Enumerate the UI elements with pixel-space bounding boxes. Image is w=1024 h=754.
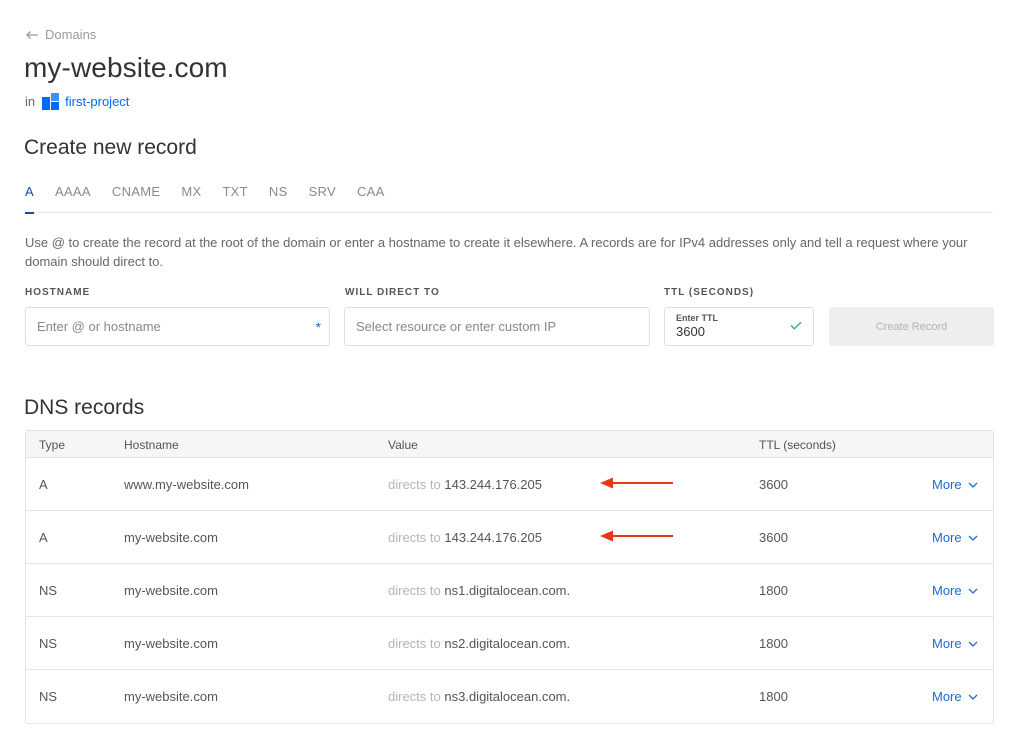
dns-records-table: Type Hostname Value TTL (seconds) A www.… bbox=[25, 430, 994, 724]
record-ttl: 1800 bbox=[759, 583, 788, 598]
more-label: More bbox=[932, 477, 962, 492]
record-type: NS bbox=[39, 689, 58, 704]
more-button[interactable]: More bbox=[932, 583, 978, 598]
record-value-text: ns1.digitalocean.com. bbox=[444, 583, 571, 598]
directs-to-label: directs to bbox=[388, 530, 441, 545]
more-label: More bbox=[932, 689, 962, 704]
record-type: A bbox=[39, 530, 48, 545]
annotation-arrow-icon bbox=[600, 477, 673, 489]
record-value: directs to ns3.digitalocean.com. bbox=[388, 689, 570, 704]
record-ttl: 3600 bbox=[759, 530, 788, 545]
record-hostname: my-website.com bbox=[124, 530, 218, 545]
tab-a[interactable]: A bbox=[25, 176, 34, 214]
record-type: A bbox=[39, 477, 48, 492]
tab-cname[interactable]: CNAME bbox=[112, 176, 160, 213]
table-row: NS my-website.com directs to ns3.digital… bbox=[26, 670, 993, 723]
more-button[interactable]: More bbox=[932, 477, 978, 492]
col-value: Value bbox=[388, 438, 418, 452]
help-text: Use @ to create the record at the root o… bbox=[25, 235, 968, 269]
record-value-text: 143.244.176.205 bbox=[444, 530, 542, 545]
table-row: NS my-website.com directs to ns2.digital… bbox=[26, 617, 993, 670]
chevron-down-icon bbox=[968, 535, 978, 541]
project-icon bbox=[42, 93, 60, 110]
tab-ns[interactable]: NS bbox=[269, 176, 288, 213]
record-ttl: 3600 bbox=[759, 477, 788, 492]
more-label: More bbox=[932, 636, 962, 651]
directs-to-label: directs to bbox=[388, 689, 441, 704]
more-button[interactable]: More bbox=[932, 636, 978, 651]
record-type: NS bbox=[39, 636, 58, 651]
table-row: A www.my-website.com directs to 143.244.… bbox=[26, 458, 993, 511]
ttl-label: TTL (SECONDS) bbox=[664, 287, 755, 298]
in-label: in bbox=[25, 94, 36, 109]
record-value-text: ns3.digitalocean.com. bbox=[444, 689, 571, 704]
record-hostname: www.my-website.com bbox=[124, 477, 249, 492]
col-hostname: Hostname bbox=[124, 438, 179, 452]
back-to-domains-link[interactable]: Domains bbox=[25, 27, 96, 42]
record-value-text: ns2.digitalocean.com. bbox=[444, 636, 571, 651]
page-title: my-website.com bbox=[24, 52, 228, 83]
directs-to-label: directs to bbox=[388, 583, 441, 598]
ttl-small-label: Enter TTL bbox=[676, 313, 718, 323]
required-mark: * bbox=[315, 319, 321, 335]
direct-to-label: WILL DIRECT TO bbox=[345, 287, 440, 298]
table-row: NS my-website.com directs to ns1.digital… bbox=[26, 564, 993, 617]
check-icon bbox=[790, 321, 802, 330]
col-ttl: TTL (seconds) bbox=[759, 438, 836, 452]
chevron-down-icon bbox=[968, 588, 978, 594]
more-button[interactable]: More bbox=[932, 689, 978, 704]
record-type: NS bbox=[39, 583, 58, 598]
record-value: directs to 143.244.176.205 bbox=[388, 530, 542, 545]
record-hostname: my-website.com bbox=[124, 689, 218, 704]
chevron-down-icon bbox=[968, 641, 978, 647]
more-label: More bbox=[932, 530, 962, 545]
table-row: A my-website.com directs to 143.244.176.… bbox=[26, 511, 993, 564]
table-header: Type Hostname Value TTL (seconds) bbox=[26, 431, 993, 458]
more-label: More bbox=[932, 583, 962, 598]
record-value: directs to ns2.digitalocean.com. bbox=[388, 636, 570, 651]
direct-to-input[interactable]: Select resource or enter custom IP bbox=[344, 307, 650, 346]
tab-mx[interactable]: MX bbox=[181, 176, 201, 213]
chevron-down-icon bbox=[968, 694, 978, 700]
tab-txt[interactable]: TXT bbox=[222, 176, 247, 213]
tab-aaaa[interactable]: AAAA bbox=[55, 176, 91, 213]
direct-to-placeholder: Select resource or enter custom IP bbox=[356, 319, 557, 334]
record-type-tabs: A AAAA CNAME MX TXT NS SRV CAA bbox=[25, 176, 993, 214]
tab-srv[interactable]: SRV bbox=[309, 176, 336, 213]
back-label: Domains bbox=[45, 27, 97, 42]
record-hostname: my-website.com bbox=[124, 583, 218, 598]
record-hostname: my-website.com bbox=[124, 636, 218, 651]
hostname-input[interactable]: Enter @ or hostname * bbox=[25, 307, 330, 346]
project-link[interactable]: first-project bbox=[65, 94, 129, 109]
arrow-left-icon bbox=[26, 30, 38, 39]
ttl-value: 3600 bbox=[676, 324, 705, 339]
col-type: Type bbox=[39, 438, 66, 452]
directs-to-label: directs to bbox=[388, 477, 441, 492]
record-value: directs to 143.244.176.205 bbox=[388, 477, 542, 492]
create-record-title: Create new record bbox=[24, 136, 197, 159]
directs-to-label: directs to bbox=[388, 636, 441, 651]
dns-records-title: DNS records bbox=[24, 396, 145, 419]
record-ttl: 1800 bbox=[759, 636, 788, 651]
record-value-text: 143.244.176.205 bbox=[444, 477, 542, 492]
chevron-down-icon bbox=[968, 482, 978, 488]
tab-caa[interactable]: CAA bbox=[357, 176, 385, 213]
project-line: in first-project bbox=[25, 93, 129, 110]
ttl-input[interactable]: Enter TTL 3600 bbox=[664, 307, 814, 346]
hostname-placeholder: Enter @ or hostname bbox=[37, 319, 161, 334]
record-ttl: 1800 bbox=[759, 689, 788, 704]
hostname-label: HOSTNAME bbox=[25, 287, 91, 298]
annotation-arrow-icon bbox=[600, 530, 673, 542]
record-value: directs to ns1.digitalocean.com. bbox=[388, 583, 570, 598]
more-button[interactable]: More bbox=[932, 530, 978, 545]
create-record-button[interactable]: Create Record bbox=[829, 307, 994, 346]
